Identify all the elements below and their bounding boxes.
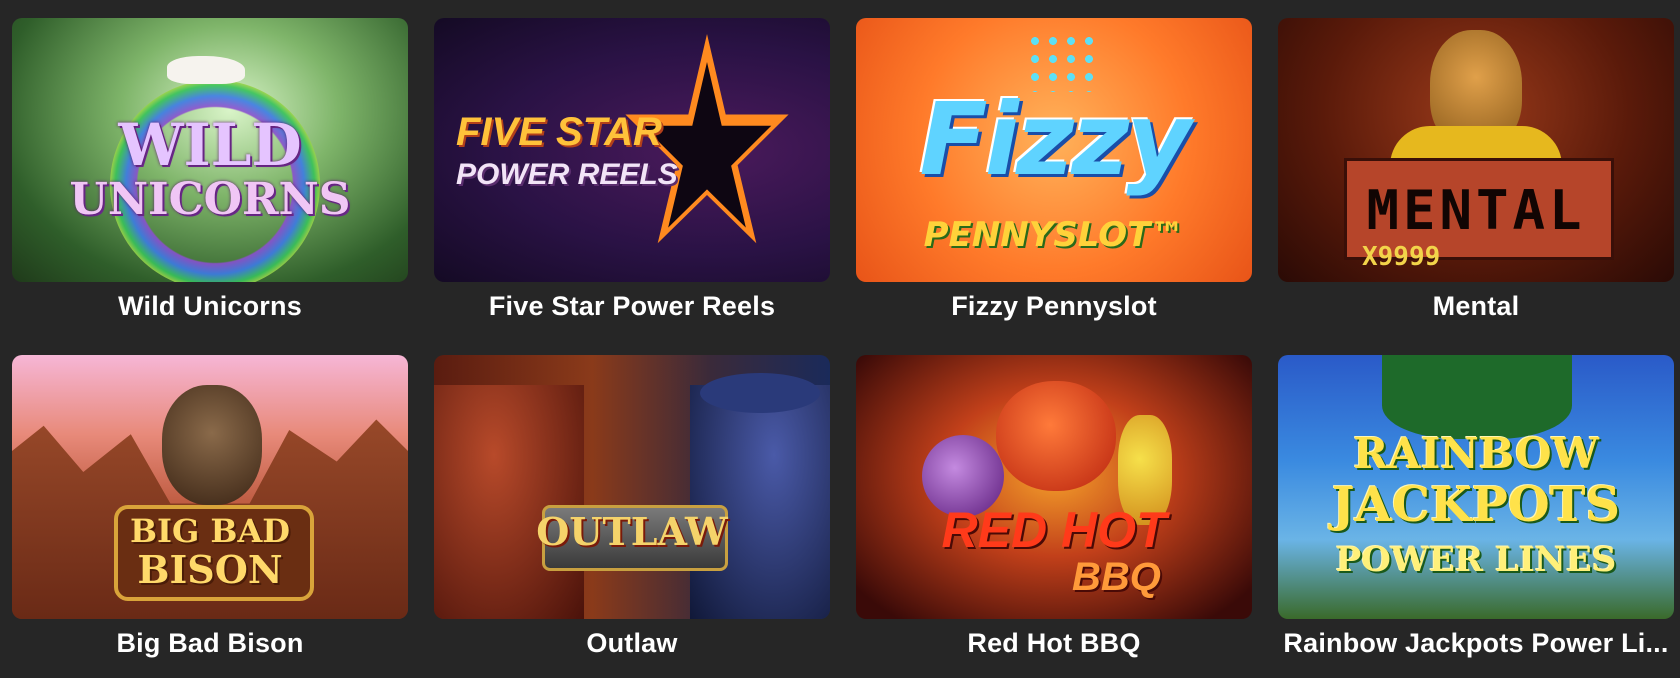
logo-line: OUTLAW: [536, 509, 728, 554]
logo-line: MENTAL: [1366, 179, 1586, 242]
logo-line: RAINBOW: [1353, 429, 1599, 478]
game-thumbnail[interactable]: BIG BAD BISON: [12, 355, 408, 619]
game-title[interactable]: Big Bad Bison: [12, 625, 408, 667]
game-thumbnail[interactable]: RED HOT BBQ: [856, 355, 1252, 619]
game-tile-red-hot-bbq[interactable]: RED HOT BBQ Red Hot BBQ: [856, 355, 1252, 667]
game-logo: RED HOT BBQ: [856, 502, 1252, 597]
logo-line: WILD: [118, 111, 302, 179]
hat-art: [700, 373, 820, 413]
game-thumbnail[interactable]: RAINBOW JACKPOTS POWER LINES: [1278, 355, 1674, 619]
logo-line: JACKPOTS: [1331, 477, 1621, 533]
game-title[interactable]: Red Hot BBQ: [856, 625, 1252, 667]
game-tile-big-bad-bison[interactable]: BIG BAD BISON Big Bad Bison: [12, 355, 408, 667]
logo-line: RED HOT: [941, 502, 1167, 558]
game-tile-wild-unicorns[interactable]: WILD UNICORNS Wild Unicorns: [12, 18, 408, 330]
game-tile-mental[interactable]: MENTAL X9999 Mental: [1278, 18, 1674, 330]
game-title[interactable]: Wild Unicorns: [12, 288, 408, 330]
pumpkin-art: [996, 381, 1116, 491]
bandit-art: [434, 385, 584, 619]
logo-line: X9999: [1362, 242, 1441, 272]
cowboy-art: [690, 385, 830, 619]
logo-line: BBQ: [1072, 555, 1161, 599]
game-tile-outlaw[interactable]: OUTLAW Outlaw: [434, 355, 830, 667]
logo-line: BIG BAD: [129, 512, 291, 550]
game-tile-rainbow-jackpots-power-lines[interactable]: RAINBOW JACKPOTS POWER LINES Rainbow Jac…: [1278, 355, 1674, 667]
logo-line: Fizzy: [919, 81, 1191, 198]
logo-line: POWER LINES: [1335, 540, 1617, 580]
game-thumbnail[interactable]: OUTLAW: [434, 355, 830, 619]
game-title[interactable]: Five Star Power Reels: [434, 288, 830, 330]
bison-art: [162, 385, 262, 505]
game-thumbnail[interactable]: FIVE STAR POWER REELS: [434, 18, 830, 282]
game-title[interactable]: Mental: [1278, 288, 1674, 330]
game-title[interactable]: Outlaw: [434, 625, 830, 667]
game-logo: MENTAL X9999: [1278, 179, 1674, 271]
game-logo: WILD UNICORNS: [12, 116, 408, 222]
game-tile-fizzy-pennyslot[interactable]: Fizzy PENNYSLOT™ Fizzy Pennyslot: [856, 18, 1252, 330]
game-grid: WILD UNICORNS Wild Unicorns FIVE STAR PO…: [12, 18, 1674, 667]
unicorn-art: [167, 56, 245, 84]
game-thumbnail[interactable]: WILD UNICORNS: [12, 18, 408, 282]
game-logo: BIG BAD BISON: [12, 515, 408, 589]
game-title[interactable]: Fizzy Pennyslot: [856, 288, 1252, 330]
game-thumbnail[interactable]: Fizzy PENNYSLOT™: [856, 18, 1252, 282]
logo-line: POWER REELS: [456, 158, 678, 191]
game-tile-five-star-power-reels[interactable]: FIVE STAR POWER REELS Five Star Power Re…: [434, 18, 830, 330]
leprechaun-hat-art: [1382, 355, 1572, 439]
logo-line: BISON: [137, 547, 283, 592]
logo-line: FIVE STAR: [456, 110, 662, 154]
game-thumbnail[interactable]: MENTAL X9999: [1278, 18, 1674, 282]
logo-line: PENNYSLOT™: [923, 215, 1185, 255]
game-title[interactable]: Rainbow Jackpots Power Li...: [1278, 625, 1674, 667]
logo-line: UNICORNS: [69, 174, 351, 225]
